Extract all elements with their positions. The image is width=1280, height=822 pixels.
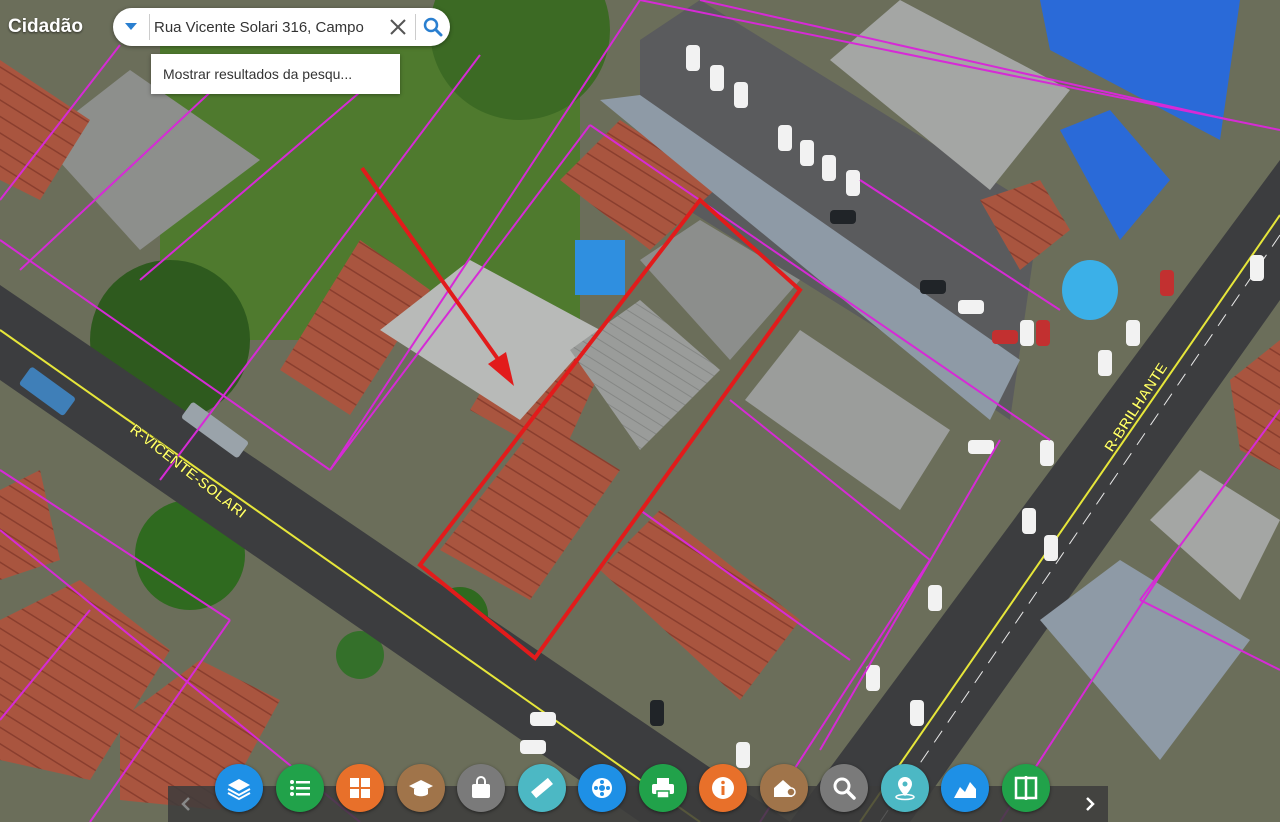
search-button[interactable] [416, 8, 450, 46]
printer-icon [651, 778, 674, 799]
graduation-cap-icon [408, 780, 433, 797]
measure-tool[interactable] [517, 764, 566, 812]
location-tool[interactable] [880, 764, 929, 812]
toolbar-prev-button[interactable] [168, 786, 204, 822]
caret-down-icon [125, 23, 137, 30]
search-dropdown-button[interactable] [113, 8, 149, 46]
camera-reel-icon [592, 778, 612, 798]
search-input[interactable] [150, 18, 381, 36]
search-suggestion[interactable]: Mostrar resultados da pesqu... [151, 54, 400, 94]
ruler-icon [530, 777, 553, 799]
layers-tool[interactable] [215, 764, 263, 812]
info-tool[interactable] [699, 764, 747, 812]
bag-icon [472, 776, 490, 798]
layers-icon [227, 779, 251, 801]
grid-tool[interactable] [336, 764, 384, 812]
toolbar-next-button[interactable] [1072, 786, 1108, 822]
street-view-tool[interactable] [578, 764, 626, 812]
compare-tool[interactable] [1001, 764, 1050, 812]
chart-area-icon [954, 782, 976, 798]
aerial-map[interactable]: R-VICENTE-SOLARI R-BRILHANTE [0, 0, 1280, 822]
clear-search-button[interactable] [381, 8, 415, 46]
education-tool[interactable] [396, 764, 445, 812]
app-brand: Cidadão [8, 16, 83, 37]
chevron-left-icon [181, 797, 190, 811]
close-icon [390, 19, 406, 35]
house-pin-icon [773, 780, 796, 797]
info-icon [712, 777, 734, 799]
property-tool[interactable] [759, 764, 808, 812]
search-zoom-tool[interactable] [820, 764, 868, 812]
search-icon [423, 17, 443, 37]
search-bar [113, 8, 450, 46]
print-tool[interactable] [638, 764, 687, 812]
legend-tool[interactable] [275, 764, 324, 812]
location-icon [894, 777, 915, 801]
elevation-tool[interactable] [941, 764, 989, 812]
split-view-icon [1014, 776, 1037, 800]
bag-tool[interactable] [457, 764, 505, 812]
magnifier-icon [833, 777, 856, 800]
chevron-right-icon [1086, 797, 1095, 811]
list-icon [289, 780, 310, 796]
grid-icon [350, 778, 370, 798]
